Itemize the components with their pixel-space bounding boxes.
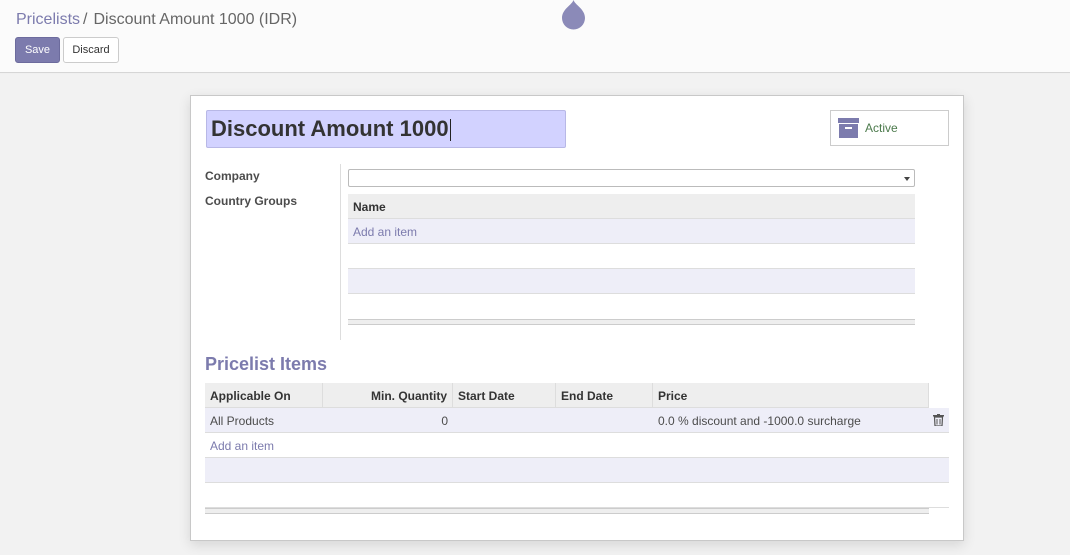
pricelist-items-add-item-link[interactable]: Add an item [210,439,274,453]
empty-row [205,458,949,483]
breadcrumb: Pricelists / Discount Amount 1000 (IDR) [16,11,297,29]
cell-price: 0.0 % discount and -1000.0 surcharge [658,414,861,428]
breadcrumb-pricelists-link[interactable]: Pricelists [16,11,80,28]
breadcrumb-current: Discount Amount 1000 (IDR) [93,11,298,28]
active-label: Active [865,121,898,135]
empty-row [348,269,915,294]
column-header-applicable-on[interactable]: Applicable On [205,383,323,408]
column-header-price[interactable]: Price [653,383,929,408]
cell-min-quantity: 0 [441,414,448,428]
form-sheet: Discount Amount 1000 Active Company Coun… [190,95,964,541]
company-select[interactable] [348,169,915,187]
text-caret [449,119,451,142]
archive-icon [838,118,859,138]
table-footer [348,319,915,325]
pricelist-name-value: Discount Amount 1000 [211,116,449,141]
loading-indicator-icon [562,0,585,30]
table-row[interactable]: All Products 0 0.0 % discount and -1000.… [205,408,949,433]
empty-row [348,294,915,319]
column-header-name[interactable]: Name [348,194,915,219]
field-divider [340,164,341,340]
table-footer [205,508,929,514]
discard-button[interactable]: Discard [63,37,119,63]
dropdown-caret-icon [904,177,910,181]
control-panel: Pricelists / Discount Amount 1000 (IDR) Sa… [0,0,1070,73]
active-toggle-button[interactable]: Active [830,110,949,146]
pricelist-name-input[interactable]: Discount Amount 1000 [206,110,566,148]
cell-start-date [453,408,556,432]
pricelist-items-title: Pricelist Items [205,354,328,374]
list-item: Add an item [205,433,949,458]
empty-row [348,244,915,269]
list-item: Add an item [348,219,915,244]
column-header-min-quantity[interactable]: Min. Quantity [323,383,453,408]
table-header: Applicable On Min. Quantity Start Date E… [205,383,949,408]
trash-icon[interactable] [933,414,944,426]
save-button[interactable]: Save [15,37,60,63]
country-groups-label: Country Groups [205,194,297,208]
empty-row [205,483,949,508]
cell-applicable-on: All Products [210,414,275,428]
pricelist-items-table: Applicable On Min. Quantity Start Date E… [205,383,949,514]
company-label: Company [205,169,260,183]
country-groups-table: Name Add an item [348,194,915,325]
country-groups-add-item-link[interactable]: Add an item [353,225,417,239]
breadcrumb-separator: / [83,11,88,28]
cell-end-date [556,408,653,432]
column-header-end-date[interactable]: End Date [556,383,653,408]
column-header-start-date[interactable]: Start Date [453,383,556,408]
